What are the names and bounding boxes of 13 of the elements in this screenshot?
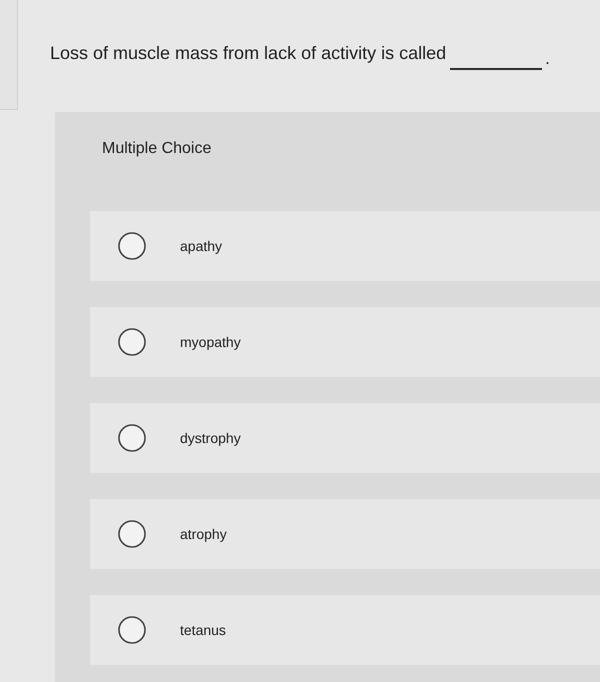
- radio-button[interactable]: [118, 520, 146, 548]
- radio-button[interactable]: [118, 328, 146, 356]
- period-text: .: [545, 48, 550, 70]
- radio-button[interactable]: [118, 232, 146, 260]
- answer-option[interactable]: myopathy: [90, 307, 600, 377]
- answer-option[interactable]: dystrophy: [90, 403, 600, 473]
- radio-button[interactable]: [118, 424, 146, 452]
- answer-option[interactable]: tetanus: [90, 595, 600, 665]
- section-title: Multiple Choice: [102, 138, 212, 158]
- question-text: Loss of muscle mass from lack of activity is called: [50, 42, 446, 64]
- answer-option[interactable]: atrophy: [90, 499, 600, 569]
- radio-button[interactable]: [118, 616, 146, 644]
- answer-option[interactable]: apathy: [90, 211, 600, 281]
